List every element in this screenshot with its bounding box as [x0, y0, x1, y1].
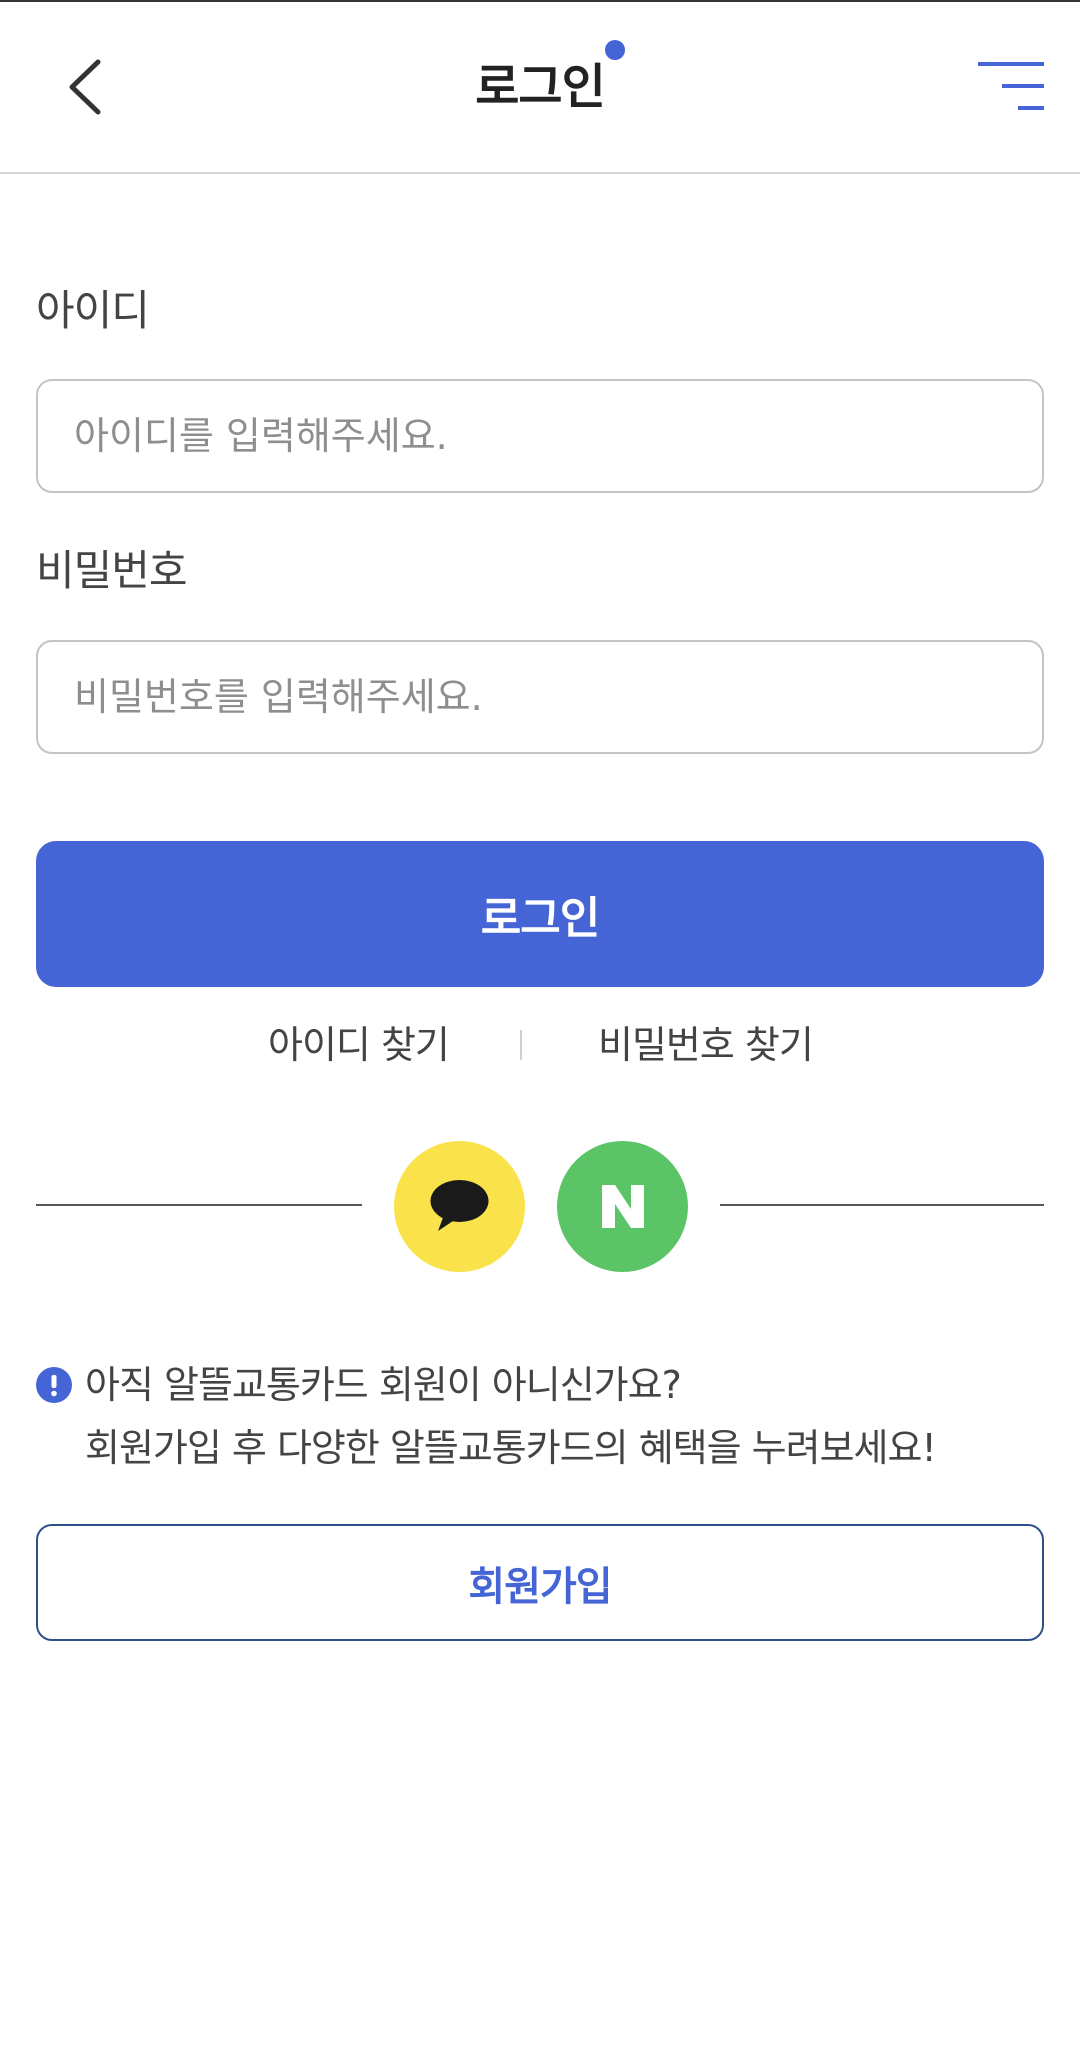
- find-id-link[interactable]: 아이디 찾기: [268, 1012, 450, 1078]
- notification-dot: [605, 40, 625, 60]
- naver-n-icon: [602, 1185, 644, 1228]
- notice-line-1: 아직 알뜰교통카드 회원이 아니신가요?: [85, 1363, 682, 1407]
- notice-line-2: 회원가입 후 다양한 알뜰교통카드의 혜택을 누려보세요!: [85, 1426, 937, 1470]
- page-title: 로그인: [475, 59, 605, 115]
- link-separator: [520, 1030, 522, 1060]
- naver-login-button[interactable]: [557, 1141, 688, 1272]
- social-divider-left: [36, 1204, 362, 1206]
- social-divider-right: [720, 1204, 1044, 1206]
- password-label: 비밀번호: [36, 546, 188, 595]
- kakao-login-button[interactable]: [394, 1141, 525, 1272]
- password-input[interactable]: [36, 640, 1044, 754]
- id-label: 아이디: [36, 286, 150, 335]
- app-header: 로그인: [0, 2, 1080, 172]
- signup-button[interactable]: 회원가입: [36, 1524, 1044, 1641]
- menu-button[interactable]: [976, 60, 1046, 116]
- id-input[interactable]: [36, 379, 1044, 493]
- find-password-link[interactable]: 비밀번호 찾기: [598, 1012, 814, 1078]
- find-account-links: 아이디 찾기 비밀번호 찾기: [0, 1012, 1080, 1078]
- notice: [36, 1367, 72, 1403]
- header-divider: [0, 172, 1080, 174]
- hamburger-menu-icon: [978, 62, 1044, 110]
- kakao-speech-bubble-icon: [430, 1180, 489, 1231]
- exclamation-circle-icon: [36, 1367, 72, 1403]
- login-button[interactable]: 로그인: [36, 841, 1044, 987]
